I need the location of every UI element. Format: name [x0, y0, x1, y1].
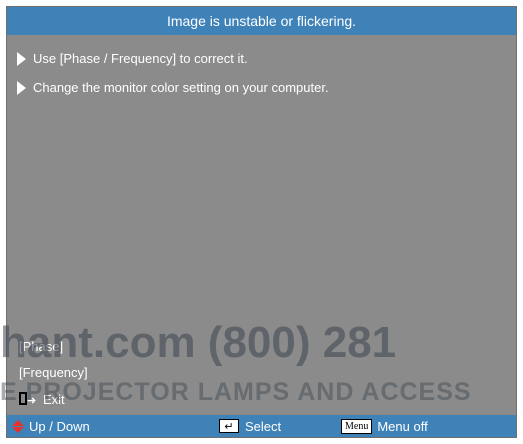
- enter-key-icon: ↵: [219, 419, 239, 433]
- up-down-arrow-icon: [11, 419, 24, 433]
- triangle-right-icon: [17, 80, 26, 95]
- hint-select-label: Select: [245, 418, 282, 434]
- tip-item: Use [Phase / Frequency] to correct it.: [17, 51, 248, 66]
- exit-icon: ➜: [19, 391, 36, 407]
- exit-label: Exit: [43, 391, 65, 407]
- tip-text: Change the monitor color setting on your…: [33, 80, 329, 95]
- hint-select: ↵ Select: [219, 415, 281, 437]
- option-phase[interactable]: [Phase]: [19, 339, 63, 354]
- osd-title: Image is unstable or flickering.: [166, 13, 357, 29]
- hint-menu-off: Menu Menu off: [341, 415, 428, 437]
- hint-up-down-label: Up / Down: [29, 418, 90, 434]
- screen: Image is unstable or flickering. Use [Ph…: [0, 0, 523, 444]
- exit-button[interactable]: ➜ Exit: [19, 391, 65, 407]
- osd-title-bar: Image is unstable or flickering.: [7, 7, 516, 35]
- hint-up-down: Up / Down: [11, 415, 90, 437]
- osd-bottom-bar: Up / Down ↵ Select Menu Menu off: [7, 415, 516, 437]
- help-osd-panel: Image is unstable or flickering. Use [Ph…: [6, 6, 517, 438]
- hint-menu-off-label: Menu off: [377, 418, 428, 434]
- triangle-right-icon: [17, 51, 26, 66]
- tip-item: Change the monitor color setting on your…: [17, 80, 329, 95]
- tip-text: Use [Phase / Frequency] to correct it.: [33, 51, 248, 66]
- menu-key-icon: Menu: [341, 418, 373, 434]
- option-frequency[interactable]: [Frequency]: [19, 365, 88, 380]
